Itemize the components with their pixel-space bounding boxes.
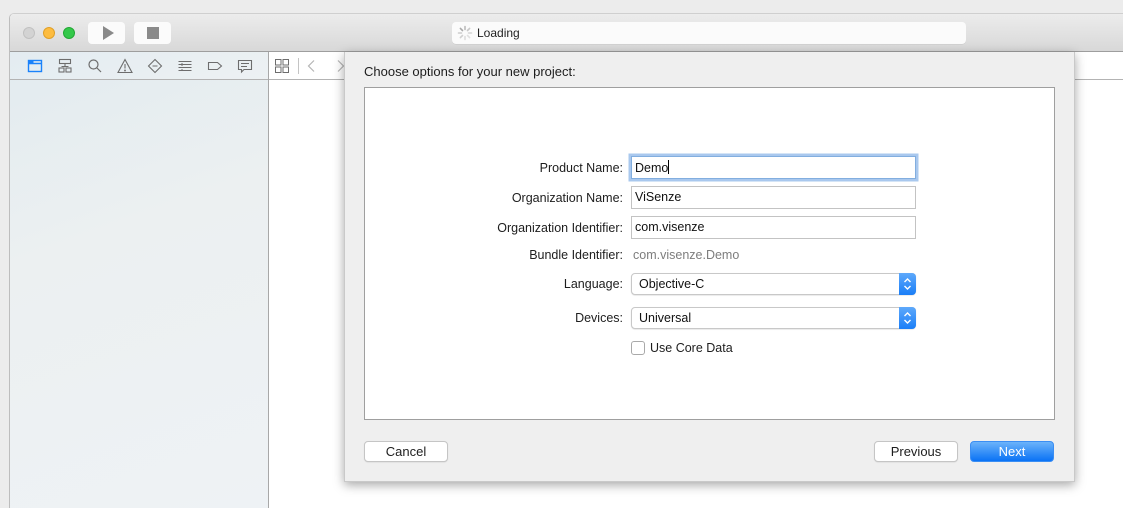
stop-icon [146, 27, 159, 39]
close-window-button[interactable] [23, 27, 35, 39]
warning-icon[interactable] [117, 58, 133, 74]
activity-status-text: Loading [477, 26, 520, 40]
organization-name-label: Organization Name: [511, 191, 623, 205]
product-name-label: Product Name: [539, 161, 623, 175]
folder-icon[interactable] [27, 58, 43, 74]
organization-identifier-field[interactable]: com.visenze [631, 216, 916, 239]
diamond-minus-icon[interactable] [147, 58, 163, 74]
related-items-icon[interactable] [274, 58, 290, 74]
up-down-arrows-icon [899, 273, 916, 295]
list-icon[interactable] [177, 58, 193, 74]
jump-bar-separator [298, 58, 299, 74]
hierarchy-icon[interactable] [57, 58, 73, 74]
spinner-icon [457, 25, 473, 41]
search-icon[interactable] [87, 58, 103, 74]
desktop: Loading Choose options for your new proj… [0, 0, 1123, 508]
previous-button[interactable]: Previous [874, 441, 958, 462]
breakpoint-tag-icon[interactable] [207, 58, 223, 74]
product-name-value: Demo [635, 161, 669, 175]
stop-button[interactable] [134, 22, 171, 44]
text-caret [668, 160, 670, 174]
minimize-window-button[interactable] [43, 27, 55, 39]
back-chevron-icon[interactable] [304, 58, 320, 74]
up-down-arrows-icon [899, 307, 916, 329]
title-bar: Loading [10, 14, 1123, 52]
language-label: Language: [563, 277, 623, 291]
navigator-pane [10, 52, 269, 508]
activity-viewer: Loading [452, 22, 966, 44]
cancel-button[interactable]: Cancel [364, 441, 448, 462]
bundle-identifier-label: Bundle Identifier: [529, 248, 623, 262]
play-icon [102, 26, 114, 40]
devices-value: Universal [639, 311, 692, 325]
use-core-data-checkbox[interactable] [631, 341, 645, 355]
organization-name-field[interactable]: ViSenze [631, 186, 916, 209]
language-value: Objective-C [639, 277, 705, 291]
organization-identifier-label: Organization Identifier: [497, 221, 623, 235]
zoom-window-button[interactable] [63, 27, 75, 39]
sheet-title: Choose options for your new project: [364, 64, 576, 79]
use-core-data-label[interactable]: Use Core Data [650, 341, 733, 355]
run-button[interactable] [88, 22, 125, 44]
new-project-options-sheet: Choose options for your new project: Pro… [344, 52, 1075, 482]
next-button[interactable]: Next [970, 441, 1054, 462]
speech-bubble-icon[interactable] [237, 58, 253, 74]
navigator-selector-bar [10, 52, 268, 80]
devices-popup[interactable]: Universal [631, 307, 916, 329]
language-popup[interactable]: Objective-C [631, 273, 916, 295]
product-name-field[interactable]: Demo [631, 156, 916, 179]
bundle-identifier-value: com.visenze.Demo [633, 248, 740, 262]
options-panel: Product Name: Demo Organization Name: Vi… [364, 87, 1055, 420]
devices-label: Devices: [575, 311, 623, 325]
